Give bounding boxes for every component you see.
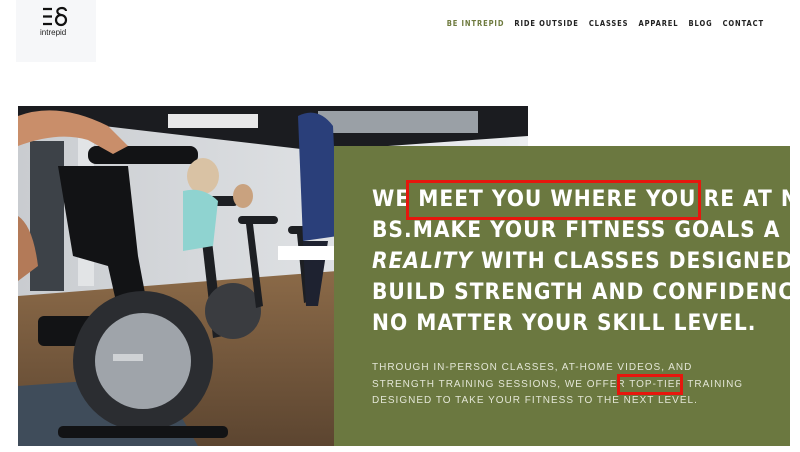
highlight-box-top-tier xyxy=(617,374,683,395)
site-logo[interactable]: intrepid xyxy=(16,0,96,62)
nav-blog[interactable]: BLOG xyxy=(689,19,713,28)
logo-mark-icon xyxy=(43,6,68,27)
headline-line-3-rest: WITH CLASSES DESIGNED TO xyxy=(481,248,800,274)
nav-contact[interactable]: CONTACT xyxy=(723,19,764,28)
nav-ride-outside[interactable]: RIDE OUTSIDE xyxy=(514,19,578,28)
nav-apparel[interactable]: APPAREL xyxy=(638,19,678,28)
body-line-1: THROUGH IN-PERSON CLASSES, AT-HOME VIDEO… xyxy=(372,362,693,373)
main-navigation: BE INTREPID RIDE OUTSIDE CLASSES APPAREL… xyxy=(447,19,764,28)
body-line-2: STRENGTH TRAINING SESSIONS, WE OFFER TOP… xyxy=(372,378,744,390)
highlight-box-meet-you xyxy=(406,180,701,220)
logo-wordmark: intrepid xyxy=(40,28,67,37)
headline-line-4: BUILD STRENGTH AND CONFIDENCE, xyxy=(372,279,800,305)
nav-be-intrepid[interactable]: BE INTREPID xyxy=(447,19,505,28)
headline-line-3: REALITY WITH CLASSES DESIGNED TO xyxy=(372,246,800,277)
hero-body-text: THROUGH IN-PERSON CLASSES, AT-HOME VIDEO… xyxy=(372,360,752,410)
headline-emphasis: REALITY xyxy=(372,248,473,274)
body-line-3: DESIGNED TO TAKE YOUR FITNESS TO THE NEX… xyxy=(372,395,698,406)
headline-line-5: NO MATTER YOUR SKILL LEVEL. xyxy=(372,310,757,336)
nav-classes[interactable]: CLASSES xyxy=(589,19,629,28)
